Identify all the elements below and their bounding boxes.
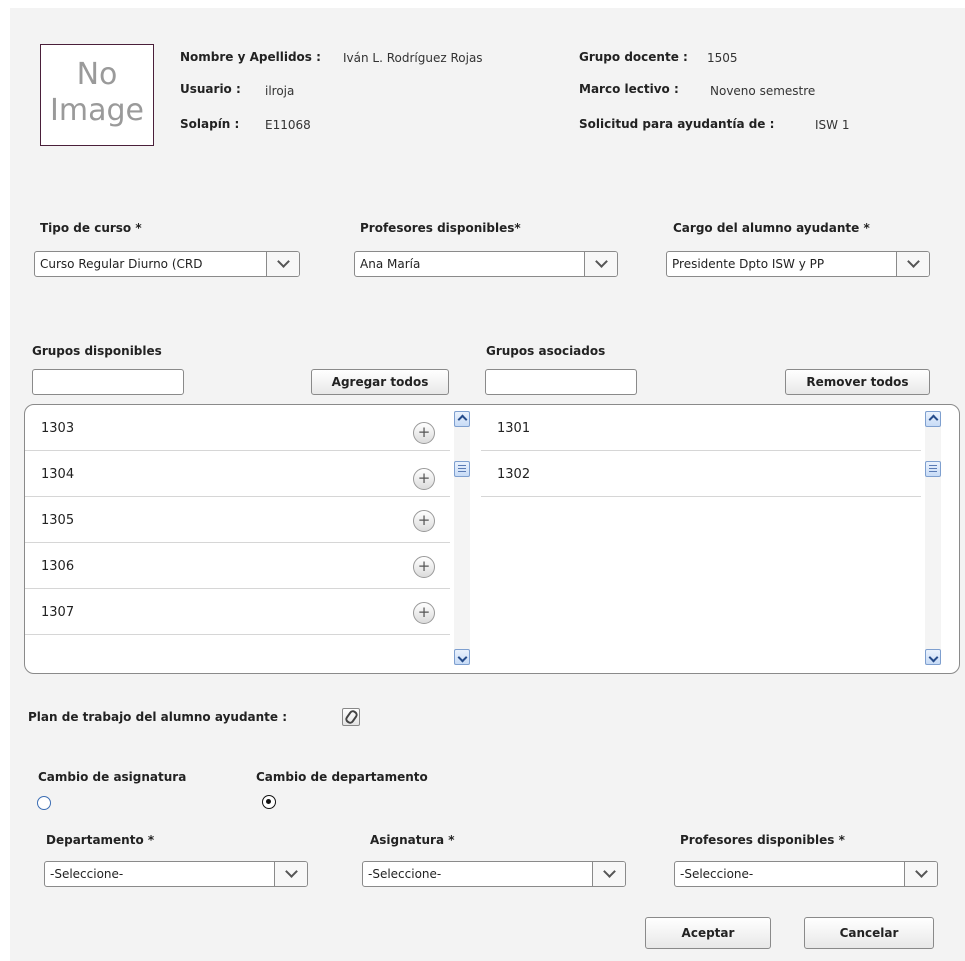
subject-change-radio[interactable] [37,796,51,810]
user-value: ilroja [265,84,295,98]
add-icon[interactable]: + [413,602,435,624]
associated-groups-label: Grupos asociados [486,344,606,358]
group-number: 1304 [41,467,75,482]
available-scrollbar[interactable] [454,411,470,665]
group-number: 1305 [41,513,75,528]
no-image-text-line2: Image [50,93,144,128]
subject-label: Asignatura * [370,833,455,847]
period-value: Noveno semestre [710,84,816,98]
course-type-value: Curso Regular Diurno (CRD [40,257,203,271]
badge-value: E11068 [265,118,311,132]
department-label: Departamento * [46,833,155,847]
dept-change-radio[interactable] [262,795,276,809]
scroll-down-icon[interactable] [925,649,941,665]
user-label: Usuario : [180,82,241,96]
subject-select[interactable]: -Seleccione- [362,861,626,887]
role-value: Presidente Dpto ISW y PP [672,257,825,271]
name-value: Iván L. Rodríguez Rojas [343,51,483,65]
list-item[interactable]: 1302 [481,451,921,497]
list-item[interactable]: 1301 [481,405,921,451]
list-item[interactable]: 1307 + [25,589,450,635]
request-label: Solicitud para ayudantía de : [579,117,775,131]
subject-change-label: Cambio de asignatura [38,770,187,784]
group-value: 1505 [707,51,738,65]
list-item[interactable]: 1306 + [25,543,450,589]
department-value: -Seleccione- [50,867,124,881]
scroll-down-icon[interactable] [454,649,470,665]
available-groups-search-input[interactable] [32,369,184,395]
group-number: 1307 [41,605,75,620]
name-label: Nombre y Apellidos : [180,50,321,64]
subject-value: -Seleccione- [368,867,442,881]
course-type-label: Tipo de curso * [40,221,142,235]
add-icon[interactable]: + [413,422,435,444]
department-select[interactable]: -Seleccione- [44,861,308,887]
add-icon[interactable]: + [413,468,435,490]
accept-button[interactable]: Aceptar [645,917,771,949]
group-number: 1302 [497,467,531,482]
dept-teachers-label: Profesores disponibles * [680,833,845,847]
groups-listbox: 1303 + 1304 + 1305 + 1306 + 1307 + 1301 [24,404,960,674]
request-value: ISW 1 [815,118,850,132]
chevron-down-icon[interactable] [274,862,307,886]
dept-teachers-value: -Seleccione- [680,867,754,881]
available-groups-label: Grupos disponibles [32,344,162,358]
cancel-button[interactable]: Cancelar [804,917,934,949]
course-type-select[interactable]: Curso Regular Diurno (CRD [34,251,300,277]
list-item[interactable]: 1304 + [25,451,450,497]
work-plan-label: Plan de trabajo del alumno ayudante : [28,710,288,724]
teachers-select[interactable]: Ana María [354,251,618,277]
teachers-label: Profesores disponibles* [360,221,521,235]
period-label: Marco lectivo : [579,82,679,96]
associated-scrollbar[interactable] [925,411,941,665]
role-label: Cargo del alumno ayudante * [673,221,870,235]
attachment-icon[interactable] [342,708,360,726]
chevron-down-icon[interactable] [584,252,617,276]
remove-all-button[interactable]: Remover todos [785,369,930,395]
chevron-down-icon[interactable] [266,252,299,276]
teachers-value: Ana María [360,257,421,271]
role-select[interactable]: Presidente Dpto ISW y PP [666,251,930,277]
scroll-thumb[interactable] [925,461,941,477]
add-all-button[interactable]: Agregar todos [311,369,449,395]
group-number: 1303 [41,421,75,436]
associated-groups-search-input[interactable] [485,369,637,395]
group-label: Grupo docente : [579,50,688,64]
chevron-down-icon[interactable] [904,862,937,886]
group-number: 1301 [497,421,531,436]
group-number: 1306 [41,559,75,574]
no-image-text-line1: No [76,57,118,92]
badge-label: Solapín : [180,117,240,131]
dept-teachers-select[interactable]: -Seleccione- [674,861,938,887]
profile-photo-placeholder: No Image [40,44,154,146]
chevron-down-icon[interactable] [592,862,625,886]
scroll-up-icon[interactable] [454,411,470,427]
list-item[interactable]: 1303 + [25,405,450,451]
chevron-down-icon[interactable] [896,252,929,276]
add-icon[interactable]: + [413,510,435,532]
scroll-thumb[interactable] [454,461,470,477]
scroll-up-icon[interactable] [925,411,941,427]
dept-change-label: Cambio de departamento [256,770,428,784]
list-item[interactable]: 1305 + [25,497,450,543]
add-icon[interactable]: + [413,556,435,578]
